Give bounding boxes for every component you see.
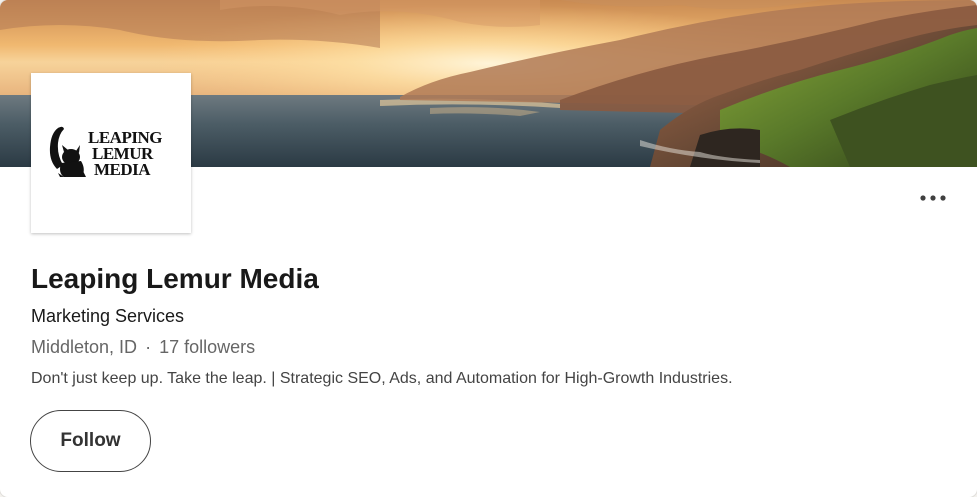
- lemur-icon: [49, 126, 86, 177]
- follow-button[interactable]: Follow: [30, 410, 151, 472]
- meta-separator: ·: [145, 337, 152, 357]
- more-options-button[interactable]: [917, 186, 949, 210]
- company-logo[interactable]: LEAPING LEMUR MEDIA: [31, 73, 191, 233]
- company-name: Leaping Lemur Media: [31, 263, 319, 294]
- company-profile-card: LEAPING LEMUR MEDIA Leaping Lemur Media …: [0, 0, 977, 497]
- company-meta: Middleton, ID · 17 followers: [31, 336, 255, 358]
- svg-text:MEDIA: MEDIA: [94, 160, 151, 179]
- company-industry: Marketing Services: [31, 306, 185, 326]
- more-horizontal-icon: [920, 195, 946, 201]
- follower-count[interactable]: 17 followers: [159, 337, 255, 357]
- company-tagline: Don't just keep up. Take the leap. | Str…: [31, 370, 733, 387]
- company-location: Middleton, ID: [31, 337, 138, 357]
